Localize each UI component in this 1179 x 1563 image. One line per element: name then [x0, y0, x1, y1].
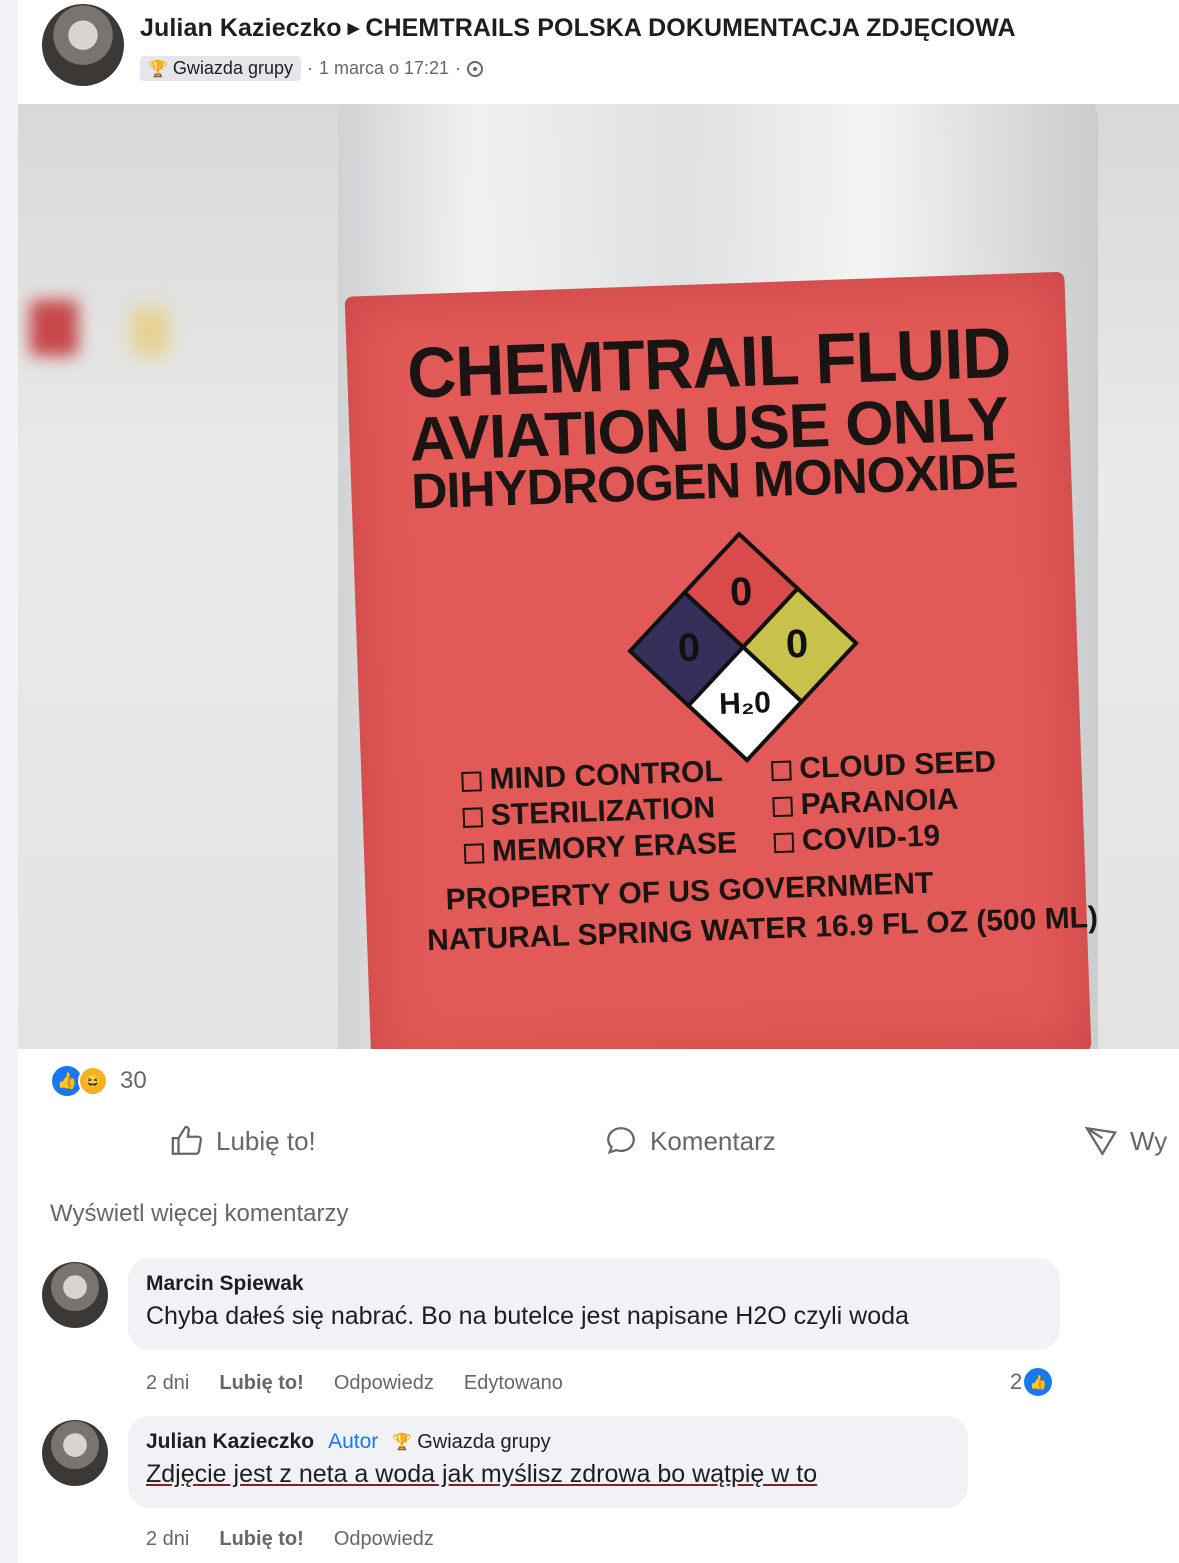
comment-bubble: Julian Kazieczko Autor 🏆 Gwiazda grupy Zd…	[128, 1416, 968, 1508]
check-label: COVID-19	[801, 819, 941, 858]
check-label: MEMORY ERASE	[491, 826, 738, 868]
share-label: Wy	[1130, 1125, 1168, 1156]
comment-actions: 2 dni Lubię to! Odpowiedz Edytowano	[146, 1372, 563, 1395]
comment-button[interactable]: Komentarz	[604, 1124, 776, 1158]
diamond-right-value: 0	[785, 622, 809, 667]
author-avatar[interactable]	[42, 4, 124, 86]
comment-text: Zdjęcie jest z neta a woda jak myślisz z…	[146, 1460, 818, 1488]
checkbox-icon	[773, 832, 795, 854]
like-button[interactable]: Lubię to!	[170, 1124, 316, 1158]
author-badge: Autor	[328, 1430, 379, 1453]
check-label: CLOUD SEED	[798, 745, 997, 786]
group-name[interactable]: CHEMTRAILS POLSKA DOKUMENTACJA ZDJĘCIOWA	[365, 14, 1015, 42]
comment-bubble-icon	[607, 1127, 635, 1155]
diamond-top-value: 0	[729, 570, 753, 615]
comment-text: Chyba dałeś się nabrać. Bo na butelce je…	[146, 1302, 909, 1330]
post-title: Julian Kazieczko ▶ CHEMTRAILS POLSKA DOKUM…	[140, 14, 1016, 43]
reaction-count: 30	[120, 1067, 147, 1094]
post-meta: 🏆 Gwiazda grupy · 1 marca o 17:21 ·	[140, 56, 484, 81]
diamond-bottom-value: H₂0	[719, 686, 772, 721]
comment-reply-button[interactable]: Odpowiedz	[334, 1528, 434, 1551]
badge-label: Gwiazda grupy	[417, 1430, 551, 1453]
comment-time[interactable]: 2 dni	[146, 1528, 189, 1551]
check-label: PARANOIA	[800, 782, 959, 822]
commenter-name: Julian Kazieczko Autor 🏆 Gwiazda grupy	[146, 1430, 950, 1454]
comment-label: Komentarz	[650, 1125, 776, 1156]
trophy-icon: 🏆	[392, 1434, 413, 1451]
background-blur	[132, 308, 168, 356]
trophy-icon: 🏆	[148, 60, 168, 78]
comment-time[interactable]: 2 dni	[146, 1372, 189, 1395]
comment-like-button[interactable]: Lubię to!	[219, 1528, 303, 1551]
like-label: Lubię to!	[216, 1125, 316, 1156]
reaction-summary[interactable]: 👍 😆 30	[52, 1066, 147, 1096]
comment-reaction-summary[interactable]: 2 👍	[1010, 1368, 1053, 1396]
globe-icon	[467, 60, 484, 77]
comment-like-button[interactable]: Lubię to!	[219, 1372, 303, 1395]
share-button[interactable]: Wy	[1084, 1124, 1167, 1158]
bottle-label: CHEMTRAIL FLUID AVIATION USE ONLY DIHYDR…	[344, 271, 1098, 1049]
thumbs-up-icon	[171, 1125, 203, 1155]
commenter-name-text[interactable]: Marcin Spiewak	[146, 1272, 304, 1296]
group-star-badge: 🏆 Gwiazda grupy	[392, 1431, 550, 1454]
check-item: COVID-19	[773, 816, 999, 860]
post-card: Julian Kazieczko ▶ CHEMTRAILS POLSKA DOKUM…	[18, 0, 1179, 1563]
comment-edited-label[interactable]: Edytowano	[464, 1372, 563, 1395]
comment-bubble: Marcin Spiewak Chyba dałeś się nabrać. B…	[128, 1258, 1060, 1350]
check-label: STERILIZATION	[490, 791, 716, 833]
checkbox-icon	[772, 796, 794, 818]
commenter-name[interactable]: Marcin Spiewak	[146, 1272, 1042, 1296]
caret-right-icon: ▶	[347, 20, 360, 37]
post-photo[interactable]: CHEMTRAIL FLUID AVIATION USE ONLY DIHYDR…	[18, 104, 1179, 1049]
hazard-diamond-icon: 0 0 0 H₂0	[627, 531, 859, 764]
like-icon: 👍	[1024, 1368, 1053, 1396]
view-more-comments-link[interactable]: Wyświetl więcej komentarzy	[50, 1200, 349, 1228]
background-blur	[30, 300, 78, 356]
checkbox-icon	[771, 760, 792, 782]
comment-actions: 2 dni Lubię to! Odpowiedz	[146, 1528, 434, 1551]
check-label: MIND CONTROL	[488, 754, 724, 797]
post-actions: Lubię to! Komentarz Wy	[18, 1110, 1179, 1180]
group-star-badge: 🏆 Gwiazda grupy	[140, 56, 301, 81]
comment-reply-button[interactable]: Odpowiedz	[334, 1372, 434, 1395]
badge-label: Gwiazda grupy	[172, 58, 293, 78]
checklist-left: MIND CONTROL STERILIZATION MEMORY ERASE	[461, 753, 738, 870]
commenter-name-text[interactable]: Julian Kazieczko	[146, 1430, 314, 1454]
post-time[interactable]: 1 marca o 17:21	[319, 58, 449, 79]
checkbox-icon	[463, 843, 485, 864]
commenter-avatar[interactable]	[42, 1262, 108, 1328]
separator: ·	[306, 58, 313, 78]
diamond-left-value: 0	[677, 626, 701, 671]
checklist-right: CLOUD SEED PARANOIA COVID-19	[771, 744, 999, 860]
checkbox-icon	[462, 807, 484, 828]
comment-reaction-count: 2	[1010, 1369, 1023, 1394]
checkbox-icon	[461, 771, 482, 793]
commenter-avatar[interactable]	[42, 1420, 108, 1486]
author-name[interactable]: Julian Kazieczko	[140, 14, 342, 42]
haha-icon: 😆	[78, 1066, 108, 1096]
share-icon	[1084, 1126, 1118, 1156]
separator: ·	[455, 58, 462, 78]
